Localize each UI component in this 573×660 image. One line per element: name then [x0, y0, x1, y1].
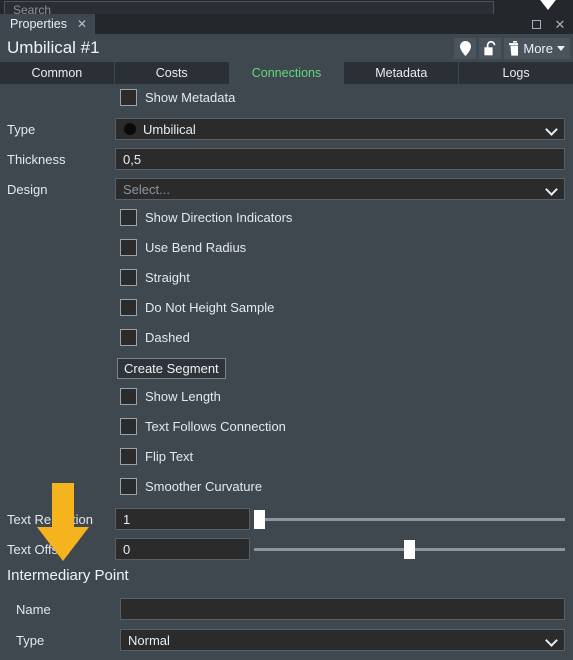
input-text-offset-value: 0	[123, 541, 131, 557]
checkbox-dashed[interactable]: Dashed	[120, 329, 190, 346]
tab-logs[interactable]: Logs	[459, 62, 573, 84]
section-heading-intermediary-point: Intermediary Point	[7, 567, 129, 584]
select-design-placeholder: Select...	[123, 181, 170, 197]
checkbox-label: Straight	[145, 270, 190, 285]
close-icon: ✕	[554, 16, 566, 32]
global-search-strip: Search	[0, 0, 573, 14]
search-input[interactable]: Search	[4, 1, 494, 14]
checkbox-label: Use Bend Radius	[145, 240, 247, 255]
checkbox-label: Show Direction Indicators	[145, 210, 293, 225]
tab-bar: Common Costs Connections Metadata Logs	[0, 62, 573, 84]
checkbox-box[interactable]	[120, 329, 137, 346]
chevron-down-icon	[545, 123, 558, 136]
input-text-offset[interactable]: 0	[115, 538, 250, 560]
checkbox-box[interactable]	[120, 418, 137, 435]
create-segment-button[interactable]: Create Segment	[117, 358, 226, 379]
checkbox-box[interactable]	[120, 89, 137, 106]
select-intermediary-type[interactable]: Normal	[120, 629, 565, 651]
slider-handle[interactable]	[254, 510, 265, 529]
label-type: Type	[7, 122, 36, 137]
label-intermediary-type: Type	[16, 633, 45, 648]
tab-metadata[interactable]: Metadata	[344, 62, 460, 84]
panel-tab-label: Properties	[10, 17, 67, 31]
color-swatch	[124, 123, 136, 135]
tab-connections[interactable]: Connections	[229, 62, 345, 84]
checkbox-straight[interactable]: Straight	[120, 269, 190, 286]
chevron-down-icon	[557, 46, 565, 51]
maximize-icon	[531, 19, 541, 29]
checkbox-show-direction-indicators[interactable]: Show Direction Indicators	[120, 209, 292, 226]
checkbox-label: Dashed	[145, 330, 190, 345]
unlock-icon	[483, 41, 495, 56]
more-label: More	[523, 41, 553, 56]
checkbox-box[interactable]	[120, 209, 137, 226]
tab-common[interactable]: Common	[0, 62, 115, 84]
label-text-offset: Text Offset	[7, 542, 69, 557]
checkbox-box[interactable]	[120, 388, 137, 405]
input-thickness[interactable]: 0,5	[115, 148, 565, 170]
chevron-down-icon	[545, 183, 558, 196]
more-dropdown-button[interactable]: More	[518, 38, 570, 59]
label-design: Design	[7, 182, 48, 197]
object-title-row: Umbilical #1 More	[0, 34, 573, 62]
select-type-value: Umbilical	[143, 121, 196, 137]
select-design[interactable]: Select...	[115, 178, 565, 200]
search-placeholder: Search	[13, 3, 52, 14]
chevron-down-icon[interactable]	[537, 0, 559, 10]
slider-text-offset[interactable]	[254, 538, 565, 560]
slider-handle[interactable]	[404, 540, 415, 559]
label-text-repetition: Text Repetition	[7, 512, 93, 527]
slider-text-repetition[interactable]	[254, 508, 565, 530]
location-pin-icon	[459, 41, 471, 56]
checkbox-label: Flip Text	[145, 449, 194, 464]
select-intermediary-type-value: Normal	[128, 632, 170, 648]
close-button[interactable]: ✕	[549, 14, 571, 34]
select-type[interactable]: Umbilical	[115, 118, 565, 140]
checkbox-label: Do Not Height Sample	[145, 300, 275, 315]
checkbox-box[interactable]	[120, 448, 137, 465]
checkbox-label: Smoother Curvature	[145, 479, 263, 494]
label-thickness: Thickness	[7, 152, 66, 167]
maximize-button[interactable]	[525, 14, 547, 34]
page-title: Umbilical #1	[7, 38, 100, 57]
checkbox-show-length[interactable]: Show Length	[120, 388, 221, 405]
slider-track	[254, 518, 565, 521]
close-icon[interactable]: ✕	[77, 18, 87, 30]
panel-tab-properties[interactable]: Properties ✕	[0, 14, 96, 34]
input-thickness-value: 0,5	[123, 151, 142, 167]
checkbox-box[interactable]	[120, 269, 137, 286]
checkbox-box[interactable]	[120, 239, 137, 256]
checkbox-label: Show Length	[145, 389, 221, 404]
checkbox-use-bend-radius[interactable]: Use Bend Radius	[120, 239, 246, 256]
input-text-repetition[interactable]: 1	[115, 508, 250, 530]
checkbox-box[interactable]	[120, 299, 137, 316]
checkbox-label: Show Metadata	[145, 90, 236, 105]
tab-costs[interactable]: Costs	[114, 62, 230, 84]
label-name: Name	[16, 602, 51, 617]
checkbox-label: Text Follows Connection	[145, 419, 286, 434]
properties-panel-window: Search Properties ✕ ✕ Umbilical #1 More …	[0, 0, 573, 660]
checkbox-box[interactable]	[120, 478, 137, 495]
input-name[interactable]	[120, 598, 565, 620]
connections-form: Show Metadata Type Umbilical Thickness 0…	[0, 84, 573, 660]
create-segment-label: Create Segment	[124, 361, 219, 376]
checkbox-smoother-curvature[interactable]: Smoother Curvature	[120, 478, 262, 495]
lock-toggle-button[interactable]	[479, 38, 501, 59]
chevron-down-icon	[545, 634, 558, 647]
locate-button[interactable]	[454, 38, 476, 59]
checkbox-show-metadata[interactable]: Show Metadata	[120, 89, 235, 106]
checkbox-flip-text[interactable]: Flip Text	[120, 448, 193, 465]
checkbox-do-not-height-sample[interactable]: Do Not Height Sample	[120, 299, 274, 316]
panel-tab-bar: Properties ✕ ✕	[0, 14, 573, 34]
checkbox-text-follows-connection[interactable]: Text Follows Connection	[120, 418, 286, 435]
input-text-repetition-value: 1	[123, 511, 131, 527]
